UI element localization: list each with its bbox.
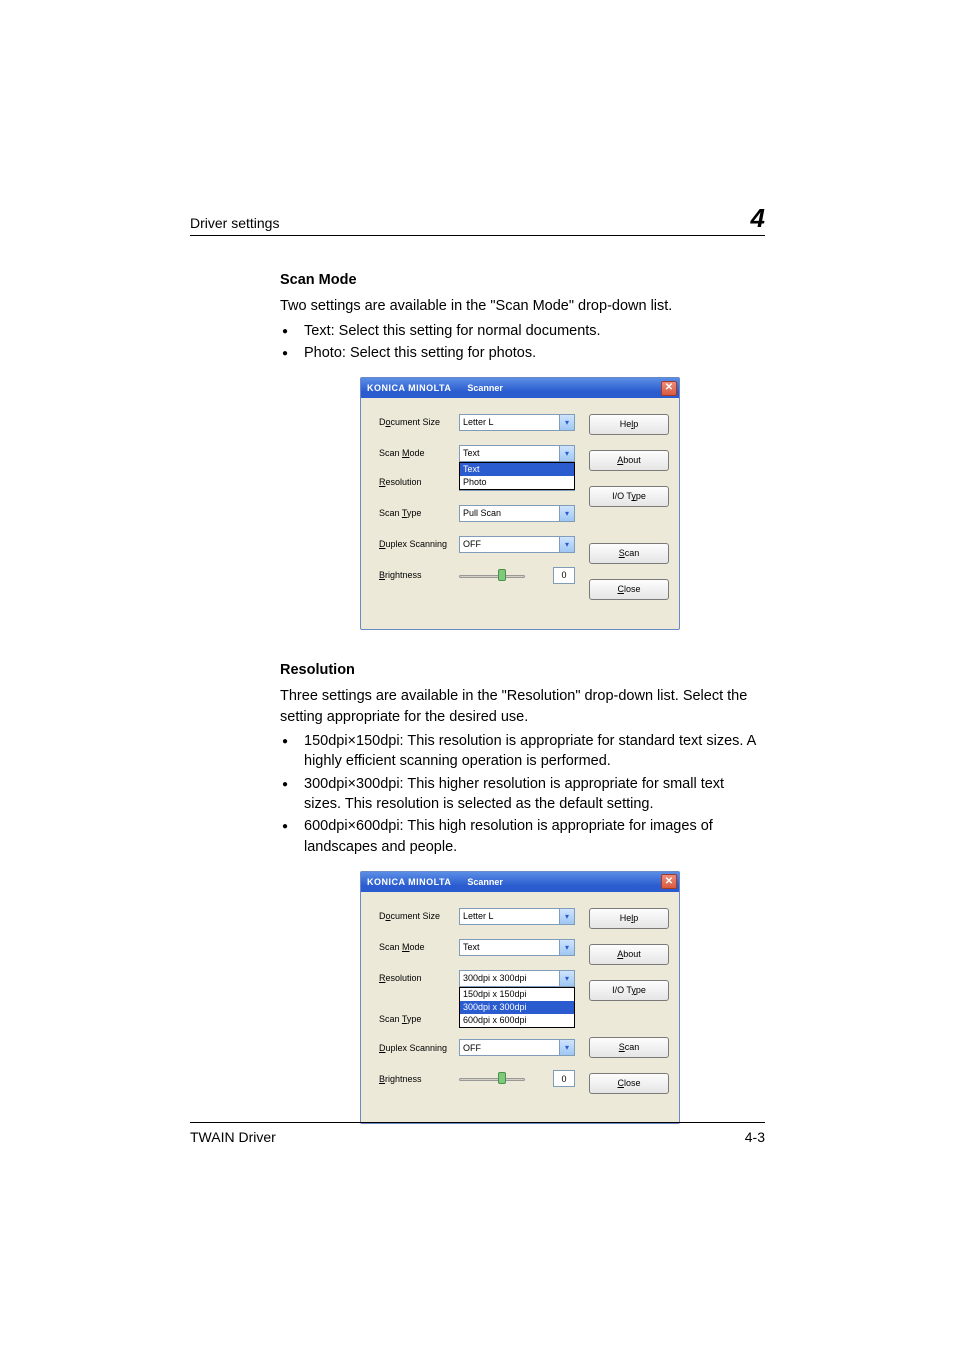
label-scantype: Scan Type bbox=[379, 507, 459, 520]
list-item: Text: Select this setting for normal doc… bbox=[280, 321, 760, 341]
header-chapter: 4 bbox=[751, 205, 765, 231]
list-item: 600dpi×600dpi: This high resolution is a… bbox=[280, 816, 760, 857]
brightness-slider[interactable] bbox=[459, 1070, 545, 1087]
resolution-dropdown[interactable]: 150dpi x 150dpi 300dpi x 300dpi 600dpi x… bbox=[459, 987, 575, 1028]
option-photo[interactable]: Photo bbox=[460, 476, 574, 489]
close-icon[interactable]: ✕ bbox=[661, 874, 677, 889]
brightness-slider[interactable] bbox=[459, 567, 545, 584]
combo-value: Letter L bbox=[463, 910, 494, 923]
about-button[interactable]: About bbox=[589, 450, 669, 471]
combo-docsize[interactable]: Letter L ▾ bbox=[459, 414, 575, 431]
footer-left: TWAIN Driver bbox=[190, 1129, 276, 1145]
scanmode-dropdown[interactable]: Text Photo bbox=[459, 462, 575, 490]
scanner-dialog-resolution: KONICA MINOLTA Scanner ✕ Document Size L… bbox=[360, 871, 680, 1124]
scan-button[interactable]: Scan bbox=[589, 543, 669, 564]
scan-mode-intro: Two settings are available in the "Scan … bbox=[280, 296, 760, 316]
combo-value: 300dpi x 300dpi bbox=[463, 972, 527, 985]
resolution-intro: Three settings are available in the "Res… bbox=[280, 686, 760, 727]
chevron-down-icon[interactable]: ▾ bbox=[559, 446, 574, 461]
label-brightness: Brightness bbox=[379, 1073, 459, 1086]
combo-scanmode[interactable]: Text ▾ bbox=[459, 939, 575, 956]
combo-docsize[interactable]: Letter L ▾ bbox=[459, 908, 575, 925]
close-icon[interactable]: ✕ bbox=[661, 381, 677, 396]
option-150dpi[interactable]: 150dpi x 150dpi bbox=[460, 988, 574, 1001]
brand-text: KONICA MINOLTA bbox=[367, 876, 451, 889]
dialog-titlebar[interactable]: KONICA MINOLTA Scanner ✕ bbox=[361, 872, 679, 892]
iotype-button[interactable]: I/O Type bbox=[589, 980, 669, 1001]
label-docsize: Document Size bbox=[379, 910, 459, 923]
chevron-down-icon[interactable]: ▾ bbox=[559, 909, 574, 924]
list-item: 150dpi×150dpi: This resolution is approp… bbox=[280, 731, 760, 772]
iotype-button[interactable]: I/O Type bbox=[589, 486, 669, 507]
combo-duplex[interactable]: OFF ▾ bbox=[459, 536, 575, 553]
help-button[interactable]: Help bbox=[589, 414, 669, 435]
label-scanmode: Scan Mode bbox=[379, 447, 459, 460]
dialog-titlebar[interactable]: KONICA MINOLTA Scanner ✕ bbox=[361, 378, 679, 398]
option-text[interactable]: Text bbox=[460, 463, 574, 476]
dialog-title: Scanner bbox=[467, 876, 503, 889]
header-section: Driver settings bbox=[190, 215, 279, 231]
close-button[interactable]: Close bbox=[589, 1073, 669, 1094]
brand-text: KONICA MINOLTA bbox=[367, 382, 451, 395]
combo-value: Text bbox=[463, 447, 480, 460]
combo-value: OFF bbox=[463, 1042, 481, 1055]
combo-value: Letter L bbox=[463, 416, 494, 429]
resolution-list: 150dpi×150dpi: This resolution is approp… bbox=[280, 731, 760, 857]
chevron-down-icon[interactable]: ▾ bbox=[559, 506, 574, 521]
label-docsize: Document Size bbox=[379, 416, 459, 429]
help-button[interactable]: Help bbox=[589, 908, 669, 929]
label-duplex: Duplex Scanning bbox=[379, 1042, 459, 1055]
heading-resolution: Resolution bbox=[280, 660, 760, 680]
heading-scan-mode: Scan Mode bbox=[280, 270, 760, 290]
list-item: 300dpi×300dpi: This higher resolution is… bbox=[280, 774, 760, 815]
combo-scantype[interactable]: Pull Scan ▾ bbox=[459, 505, 575, 522]
label-brightness: Brightness bbox=[379, 569, 459, 582]
scan-mode-list: Text: Select this setting for normal doc… bbox=[280, 321, 760, 364]
brightness-value[interactable]: 0 bbox=[553, 1070, 575, 1087]
chevron-down-icon[interactable]: ▾ bbox=[559, 940, 574, 955]
brightness-value[interactable]: 0 bbox=[553, 567, 575, 584]
option-600dpi[interactable]: 600dpi x 600dpi bbox=[460, 1014, 574, 1027]
label-scanmode: Scan Mode bbox=[379, 941, 459, 954]
chevron-down-icon[interactable]: ▾ bbox=[559, 1040, 574, 1055]
combo-value: Text bbox=[463, 941, 480, 954]
label-resolution: Resolution bbox=[379, 972, 459, 985]
chevron-down-icon[interactable]: ▾ bbox=[559, 537, 574, 552]
combo-resolution[interactable]: 300dpi x 300dpi ▾ bbox=[459, 970, 575, 987]
label-resolution: Resolution bbox=[379, 476, 459, 489]
dialog-title: Scanner bbox=[467, 382, 503, 395]
combo-value: Pull Scan bbox=[463, 507, 501, 520]
label-duplex: Duplex Scanning bbox=[379, 538, 459, 551]
scanner-dialog-scanmode: KONICA MINOLTA Scanner ✕ Document Size L… bbox=[360, 377, 680, 630]
list-item: Photo: Select this setting for photos. bbox=[280, 343, 760, 363]
combo-value: OFF bbox=[463, 538, 481, 551]
chevron-down-icon[interactable]: ▾ bbox=[559, 971, 574, 986]
combo-scanmode[interactable]: Text ▾ bbox=[459, 445, 575, 462]
close-button[interactable]: Close bbox=[589, 579, 669, 600]
scan-button[interactable]: Scan bbox=[589, 1037, 669, 1058]
footer-right: 4-3 bbox=[745, 1129, 765, 1145]
about-button[interactable]: About bbox=[589, 944, 669, 965]
chevron-down-icon[interactable]: ▾ bbox=[559, 415, 574, 430]
option-300dpi[interactable]: 300dpi x 300dpi bbox=[460, 1001, 574, 1014]
label-scantype: Scan Type bbox=[379, 1013, 459, 1026]
combo-duplex[interactable]: OFF ▾ bbox=[459, 1039, 575, 1056]
